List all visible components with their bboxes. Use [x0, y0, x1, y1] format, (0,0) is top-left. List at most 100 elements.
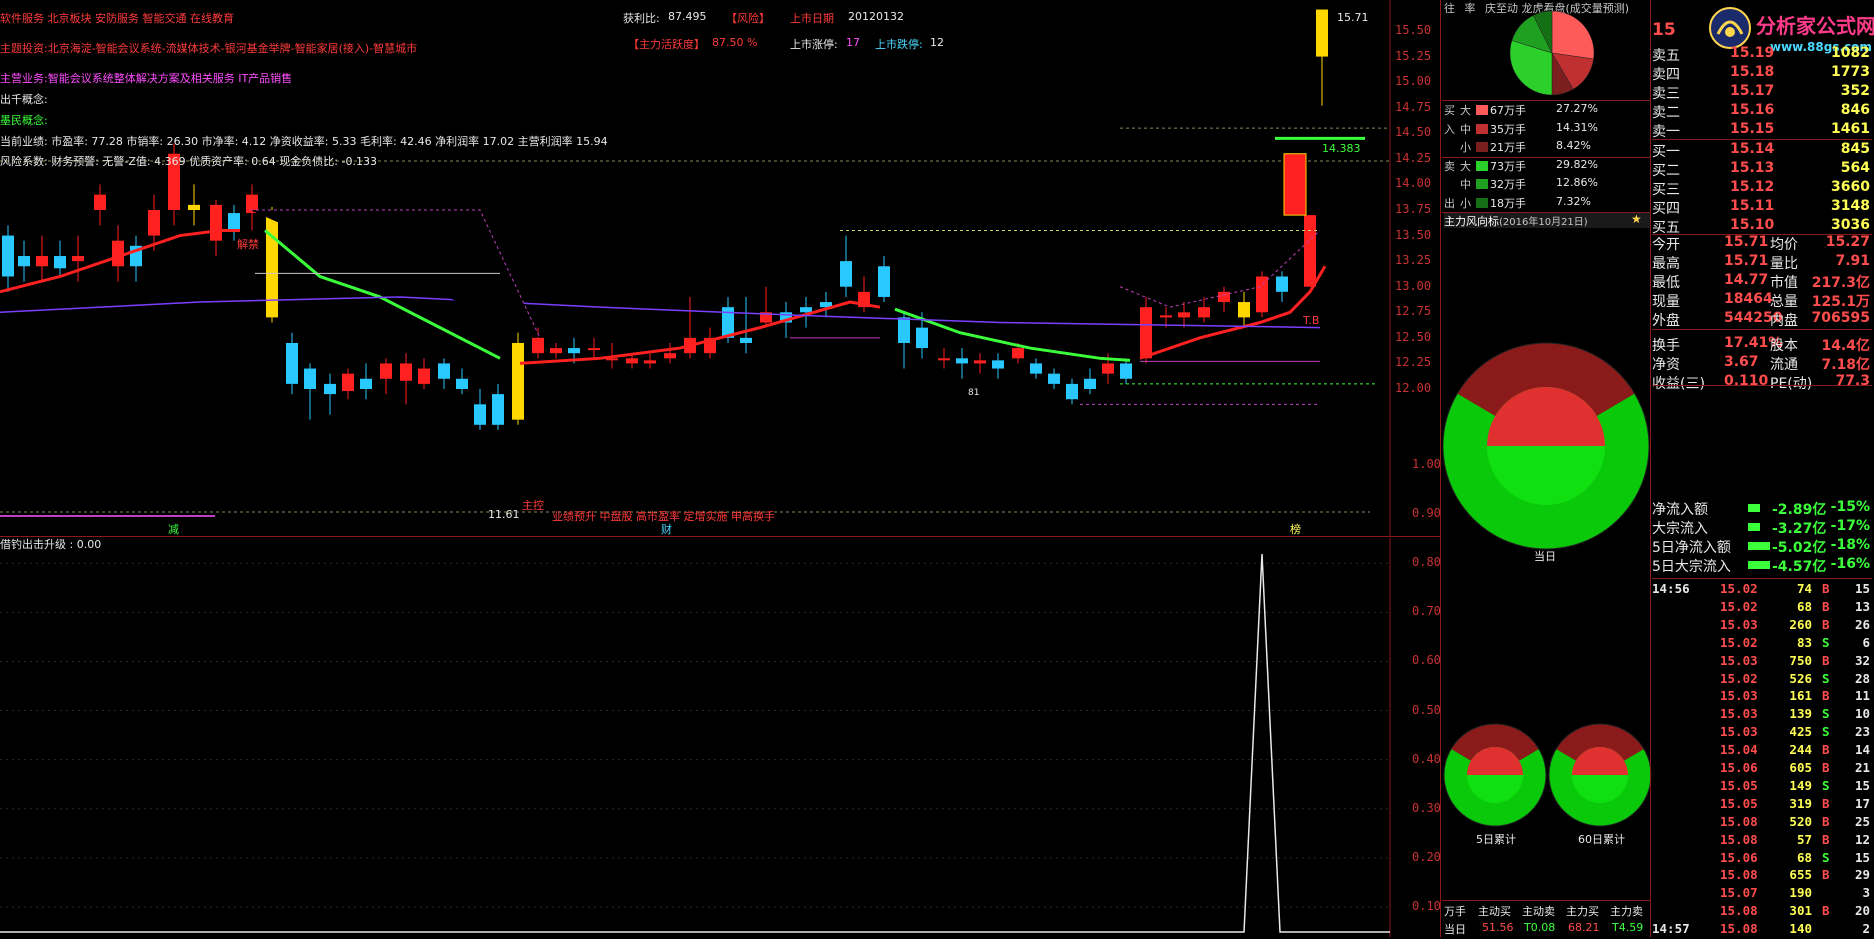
candle-body — [916, 327, 928, 349]
separator — [1442, 212, 1650, 213]
flow-bar — [1748, 542, 1770, 550]
stat-label: 最高 — [1652, 256, 1680, 272]
price-tick: 12.00 — [1395, 381, 1432, 395]
tick-price: 15.02 — [1720, 581, 1758, 596]
flow-pct: 14.31% — [1556, 120, 1598, 134]
tab-1[interactable]: 率 — [1465, 2, 1476, 15]
separator — [1442, 100, 1650, 101]
candle-body — [1238, 302, 1250, 318]
tick-side: B — [1822, 760, 1830, 775]
tick-volume: 140 — [1789, 921, 1812, 937]
candle-body — [588, 348, 600, 351]
tick-volume: 750 — [1789, 652, 1812, 668]
price-tick: 14.00 — [1395, 176, 1432, 191]
tick-side: B — [1822, 831, 1830, 847]
flow-stat-value: -5.02亿 — [1772, 540, 1827, 556]
sixty-day-donut-chart — [1548, 723, 1652, 827]
ask-volume: 1773 — [1831, 64, 1870, 80]
star-icon[interactable]: ★ — [1631, 212, 1642, 226]
candle-body — [456, 378, 468, 389]
flow-stat-label: 5日净流入额 — [1652, 540, 1731, 556]
candle-body — [800, 307, 812, 313]
candle-body — [644, 360, 656, 364]
candle-body — [286, 342, 298, 384]
flow-amount: 67万手 — [1490, 104, 1526, 117]
indicator-tick: 0.30 — [1412, 800, 1441, 815]
stat-label: 换手 — [1652, 338, 1680, 354]
candle-body — [992, 360, 1004, 369]
candle-body — [304, 368, 316, 389]
bid-row: 买四 15.11 3148 — [1652, 198, 1872, 217]
hdr-3: 主力买 — [1566, 905, 1599, 918]
tick-row: 14:57 15.08 140 2 — [1652, 921, 1872, 939]
tick-price: 15.05 — [1720, 777, 1758, 793]
flow-swatch — [1476, 142, 1488, 152]
tick-count: 10 — [1854, 706, 1870, 722]
price-tick: 13.25 — [1395, 253, 1432, 268]
flow-stat-label: 大宗流入 — [1652, 521, 1708, 537]
tick-side: B — [1822, 598, 1830, 614]
tick-price: 15.08 — [1720, 903, 1758, 919]
candle-body — [380, 363, 392, 379]
indicator-tick: 0.80 — [1412, 555, 1441, 570]
tb-tag: T.B — [1303, 314, 1320, 327]
tick-price: 15.02 — [1720, 598, 1758, 614]
tick-price: 15.07 — [1720, 885, 1758, 901]
stat-value: 125.1万 — [1811, 294, 1870, 310]
tick-row: 15.03 161 B 11 — [1652, 688, 1872, 706]
flow-stat-row: 净流入额 -2.89亿 -15% — [1652, 499, 1872, 518]
flow-stat-row: 5日大宗流入 -4.57亿 -16% — [1652, 556, 1872, 575]
tick-price: 15.02 — [1720, 670, 1758, 686]
indicator-chart[interactable] — [0, 538, 1440, 937]
flow-stat-value: -2.89亿 — [1772, 502, 1827, 518]
candle-body — [418, 368, 430, 384]
tab-0[interactable]: 往 — [1444, 2, 1455, 15]
flow-stat-row: 5日净流入额 -5.02亿 -18% — [1652, 537, 1872, 556]
tick-row: 15.06 605 B 21 — [1652, 760, 1872, 778]
tick-row: 15.02 68 B 13 — [1652, 599, 1872, 617]
candle-body — [512, 342, 524, 420]
candle-body — [342, 373, 354, 392]
candle-body — [2, 235, 14, 277]
signal-line — [0, 553, 1390, 933]
tick-volume: 190 — [1789, 885, 1812, 901]
flow-row: 卖大 73万手 29.82% — [1442, 157, 1650, 175]
flow-pct: 27.27% — [1556, 102, 1598, 115]
val-3: T4.59 — [1612, 921, 1644, 934]
indicator-tick: 1.00 — [1412, 457, 1441, 471]
tick-side: S — [1822, 706, 1830, 722]
flow-row: 买大 67万手 27.27% — [1442, 101, 1650, 119]
tick-side: B — [1822, 742, 1830, 758]
candle-body — [740, 337, 752, 343]
tick-count: 13 — [1854, 598, 1870, 614]
tick-volume: 301 — [1789, 903, 1812, 919]
ask-price: 15.16 — [1730, 102, 1775, 118]
ask-row: 卖五 15.19 1082 — [1652, 45, 1872, 64]
tick-time: 14:57 — [1652, 921, 1690, 937]
hdr-4: 主力卖 — [1610, 905, 1643, 918]
bid-price: 15.13 — [1730, 160, 1775, 176]
candle-body — [1066, 383, 1078, 400]
stat-label: 流通 — [1770, 357, 1798, 373]
low-price-label: 11.61 — [488, 508, 520, 521]
candle-body — [1102, 363, 1114, 374]
stat-label: 均价 — [1770, 237, 1798, 253]
tick-count: 17 — [1854, 795, 1870, 811]
flow-amount: 21万手 — [1490, 141, 1526, 154]
candle-body — [878, 266, 890, 297]
stat-label: 总量 — [1770, 294, 1798, 310]
stat-value: 15.71 — [1724, 253, 1769, 269]
price-tick: 14.50 — [1395, 125, 1432, 140]
tick-price: 15.08 — [1720, 867, 1758, 883]
stat-label: 市值 — [1770, 275, 1798, 291]
tick-count: 21 — [1854, 760, 1870, 775]
tick-side: S — [1822, 670, 1830, 686]
tick-price: 15.08 — [1720, 813, 1758, 829]
tick-volume: 161 — [1789, 688, 1812, 704]
row-label: 当日 — [1444, 923, 1466, 936]
candle-body — [360, 378, 372, 389]
tick-count: 15 — [1854, 849, 1870, 865]
price-tick: 13.50 — [1395, 227, 1432, 242]
tick-volume: 655 — [1789, 867, 1812, 883]
flow-side: 卖 — [1444, 159, 1455, 173]
